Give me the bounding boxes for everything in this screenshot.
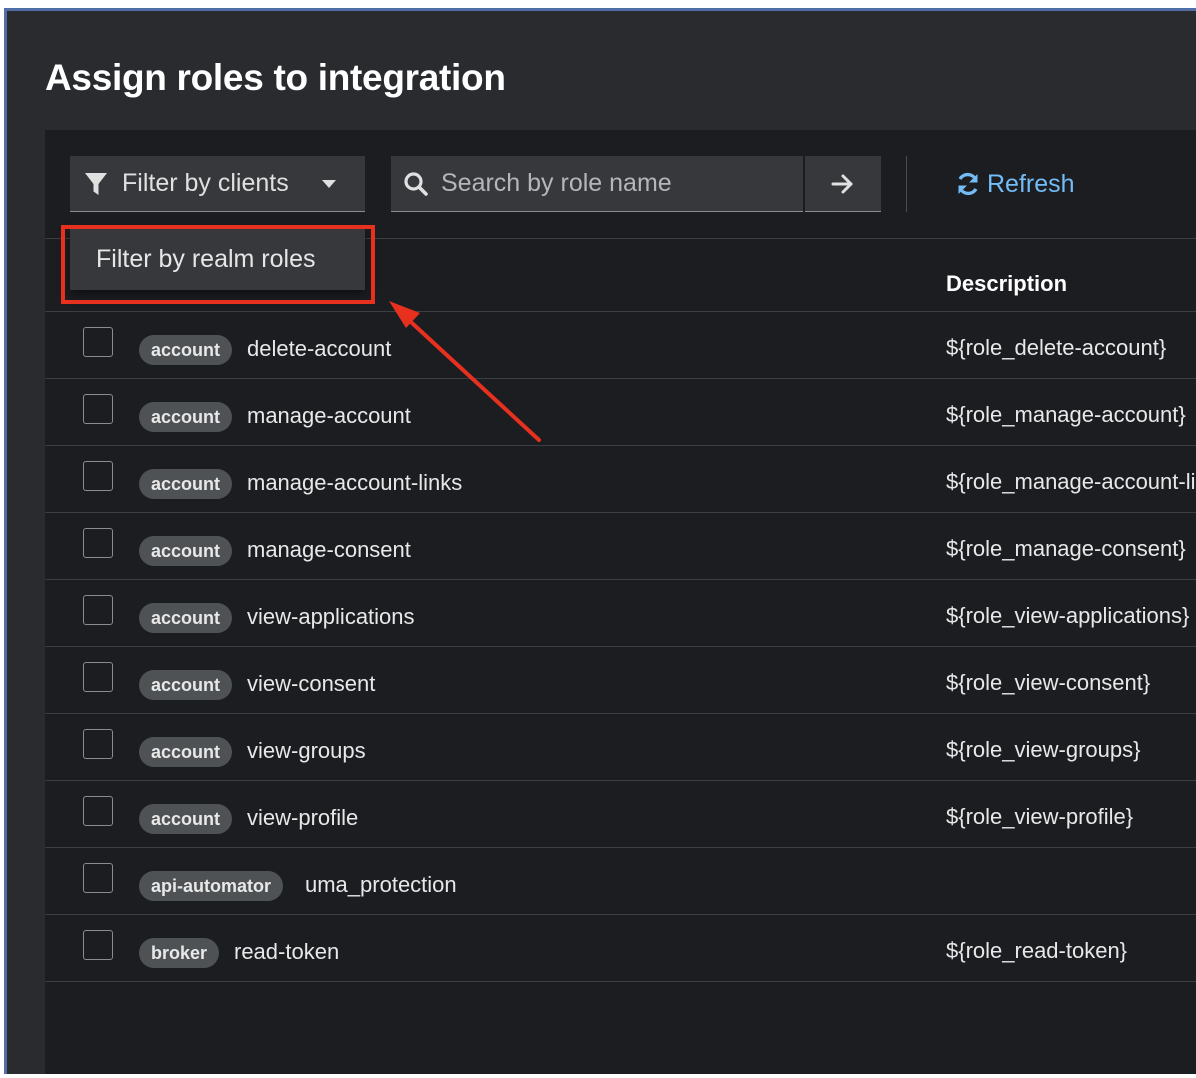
row-checkbox[interactable] bbox=[83, 327, 113, 357]
client-badge: account bbox=[139, 469, 233, 499]
table-row: api-automator uma_protection bbox=[45, 848, 1196, 915]
search-submit-button[interactable] bbox=[805, 156, 881, 212]
table-row: account manage-account ${role_manage-acc… bbox=[45, 379, 1196, 446]
filter-dropdown-toggle[interactable]: Filter by clients bbox=[70, 156, 365, 212]
role-description: ${role_manage-account} bbox=[946, 402, 1186, 427]
row-checkbox[interactable] bbox=[83, 729, 113, 759]
role-name: delete-account bbox=[247, 336, 392, 361]
filter-menu-option-realm-roles[interactable]: Filter by realm roles bbox=[70, 228, 365, 290]
filter-funnel-icon bbox=[84, 171, 108, 197]
client-badge: account bbox=[139, 737, 233, 767]
table-row: account manage-consent ${role_manage-con… bbox=[45, 513, 1196, 580]
filter-menu-option-label: Filter by realm roles bbox=[96, 244, 316, 273]
arrow-right-icon bbox=[831, 173, 855, 195]
role-description: ${role_view-profile} bbox=[946, 804, 1134, 829]
column-header-description: Description bbox=[946, 271, 1068, 296]
refresh-icon bbox=[955, 171, 981, 197]
role-name: uma_protection bbox=[305, 872, 457, 897]
table-row: account delete-account ${role_delete-acc… bbox=[45, 312, 1196, 379]
role-name: view-profile bbox=[247, 805, 359, 830]
toolbar-divider bbox=[906, 156, 907, 212]
client-badge: account bbox=[139, 603, 233, 633]
role-name: view-groups bbox=[247, 738, 366, 763]
client-badge: account bbox=[139, 536, 233, 566]
row-checkbox[interactable] bbox=[83, 930, 113, 960]
role-name: manage-consent bbox=[247, 537, 411, 562]
role-name: read-token bbox=[234, 939, 340, 964]
table-row: account view-consent ${role_view-consent… bbox=[45, 647, 1196, 714]
table-row: account view-groups ${role_view-groups} bbox=[45, 714, 1196, 781]
search-icon bbox=[403, 171, 429, 197]
row-checkbox[interactable] bbox=[83, 662, 113, 692]
row-checkbox[interactable] bbox=[83, 796, 113, 826]
role-description: ${role_view-groups} bbox=[946, 737, 1141, 762]
search-field bbox=[391, 156, 803, 212]
roles-table-body: account delete-account ${role_delete-acc… bbox=[45, 312, 1196, 982]
client-badge: api-automator bbox=[139, 871, 284, 901]
row-checkbox[interactable] bbox=[83, 461, 113, 491]
role-description: ${role_manage-consent} bbox=[946, 536, 1186, 561]
row-checkbox[interactable] bbox=[83, 863, 113, 893]
client-badge: account bbox=[139, 804, 233, 834]
role-description: ${role_view-consent} bbox=[946, 670, 1151, 695]
modal-window: Assign roles to integration Filter by cl… bbox=[4, 8, 1196, 1074]
roles-panel: Filter by clients Search by role name Re… bbox=[45, 130, 1196, 1074]
filter-dropdown-label: Filter by clients bbox=[122, 169, 289, 197]
row-checkbox[interactable] bbox=[83, 595, 113, 625]
client-badge: account bbox=[139, 335, 233, 365]
role-name: view-consent bbox=[247, 671, 376, 696]
table-row: account view-profile ${role_view-profile… bbox=[45, 781, 1196, 848]
row-checkbox[interactable] bbox=[83, 528, 113, 558]
client-badge: broker bbox=[139, 938, 220, 968]
client-badge: account bbox=[139, 670, 233, 700]
chevron-down-icon bbox=[321, 178, 337, 190]
role-description: ${role_view-applications} bbox=[946, 603, 1190, 628]
client-badge: account bbox=[139, 402, 233, 432]
role-description: ${role_read-token} bbox=[946, 938, 1128, 963]
role-description: ${role_delete-account} bbox=[946, 335, 1167, 360]
search-input[interactable] bbox=[439, 168, 803, 199]
row-checkbox[interactable] bbox=[83, 394, 113, 424]
role-name: manage-account-links bbox=[247, 470, 463, 495]
role-name: view-applications bbox=[247, 604, 415, 629]
refresh-label: Refresh bbox=[987, 169, 1075, 198]
refresh-button[interactable]: Refresh bbox=[955, 156, 1075, 212]
role-name: manage-account bbox=[247, 403, 411, 428]
table-row: account manage-account-links ${role_mana… bbox=[45, 446, 1196, 513]
table-row: broker read-token ${role_read-token} bbox=[45, 915, 1196, 982]
role-description: ${role_manage-account-li bbox=[946, 469, 1196, 494]
table-row: account view-applications ${role_view-ap… bbox=[45, 580, 1196, 647]
modal-title: Assign roles to integration bbox=[45, 57, 506, 98]
